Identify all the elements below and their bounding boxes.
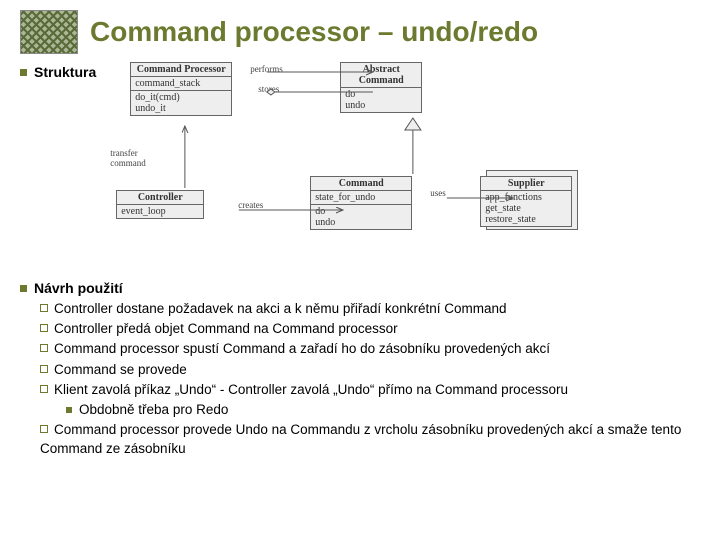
bullet-icon: [40, 324, 48, 332]
nested-list: Obdobně třeba pro Redo: [40, 401, 700, 419]
bullet-icon: [66, 407, 72, 413]
box-attr: state_for_undo: [311, 191, 411, 205]
box-attr: command_stack: [131, 77, 231, 91]
label-stores: stores: [258, 84, 279, 94]
list-item-text: Command processor provede Undo na Comman…: [40, 422, 681, 455]
list-item: Command processor provede Undo na Comman…: [40, 421, 700, 457]
list-item: Command processor spustí Command a zařad…: [40, 340, 700, 358]
box-controller: Controller event_loop: [116, 190, 204, 219]
list-item-text: Command se provede: [54, 362, 187, 377]
uml-diagram: Command Processor command_stack do_it(cm…: [110, 62, 700, 262]
list-item: Controller předá objet Command na Comman…: [40, 320, 700, 338]
list-item: Klient zavolá příkaz „Undo“ - Controller…: [40, 381, 700, 419]
box-header: Controller: [117, 191, 203, 205]
box-command: Command state_for_undo do undo: [310, 176, 412, 230]
bullet-icon: [40, 385, 48, 393]
box-ops: do undo: [311, 205, 411, 229]
bullet-icon: [40, 344, 48, 352]
label-transfer: transfer command: [110, 148, 160, 168]
page-title: Command processor – undo/redo: [90, 16, 538, 48]
bullet-icon: [20, 285, 27, 292]
section-struktura: Struktura: [20, 64, 96, 80]
title-row: Command processor – undo/redo: [20, 10, 700, 54]
box-attr: event_loop: [117, 205, 203, 218]
slide: Command processor – undo/redo Struktura …: [0, 0, 720, 470]
section-navrh-label: Návrh použití: [34, 280, 123, 296]
label-creates: creates: [238, 200, 263, 210]
box-ops: do_it(cmd) undo_it: [131, 91, 231, 115]
section-navrh: Návrh použití Controller dostane požadav…: [20, 280, 700, 458]
logo-icon: [20, 10, 78, 54]
box-command-processor: Command Processor command_stack do_it(cm…: [130, 62, 232, 116]
box-header: Abstract Command: [341, 63, 421, 88]
label-performs: performs: [250, 64, 283, 74]
list-item-text: Klient zavolá příkaz „Undo“ - Controller…: [54, 382, 568, 397]
box-header: Supplier: [481, 177, 571, 191]
bullet-icon: [40, 425, 48, 433]
section-struktura-label: Struktura: [34, 64, 96, 80]
bullet-icon: [20, 69, 27, 76]
list-item: Command se provede: [40, 361, 700, 379]
box-header: Command: [311, 177, 411, 191]
list-item: Controller dostane požadavek na akci a k…: [40, 300, 700, 318]
section-navrh-header: Návrh použití: [20, 280, 700, 296]
box-ops: app_functions get_state restore_state: [481, 191, 571, 226]
list-item-text: Command processor spustí Command a zařad…: [54, 341, 550, 356]
structure-row: Struktura Command Processor command_stac…: [20, 62, 700, 262]
bullet-icon: [40, 365, 48, 373]
box-header: Command Processor: [131, 63, 231, 77]
label-uses: uses: [430, 188, 446, 198]
box-ops: do undo: [341, 88, 421, 112]
list-item-text: Controller předá objet Command na Comman…: [54, 321, 398, 336]
usage-list: Controller dostane požadavek na akci a k…: [20, 300, 700, 458]
box-supplier: Supplier app_functions get_state restore…: [480, 176, 572, 227]
list-item-text: Obdobně třeba pro Redo: [79, 402, 228, 417]
list-item-text: Controller dostane požadavek na akci a k…: [54, 301, 507, 316]
list-item: Obdobně třeba pro Redo: [66, 401, 700, 419]
box-abstract-command: Abstract Command do undo: [340, 62, 422, 113]
bullet-icon: [40, 304, 48, 312]
